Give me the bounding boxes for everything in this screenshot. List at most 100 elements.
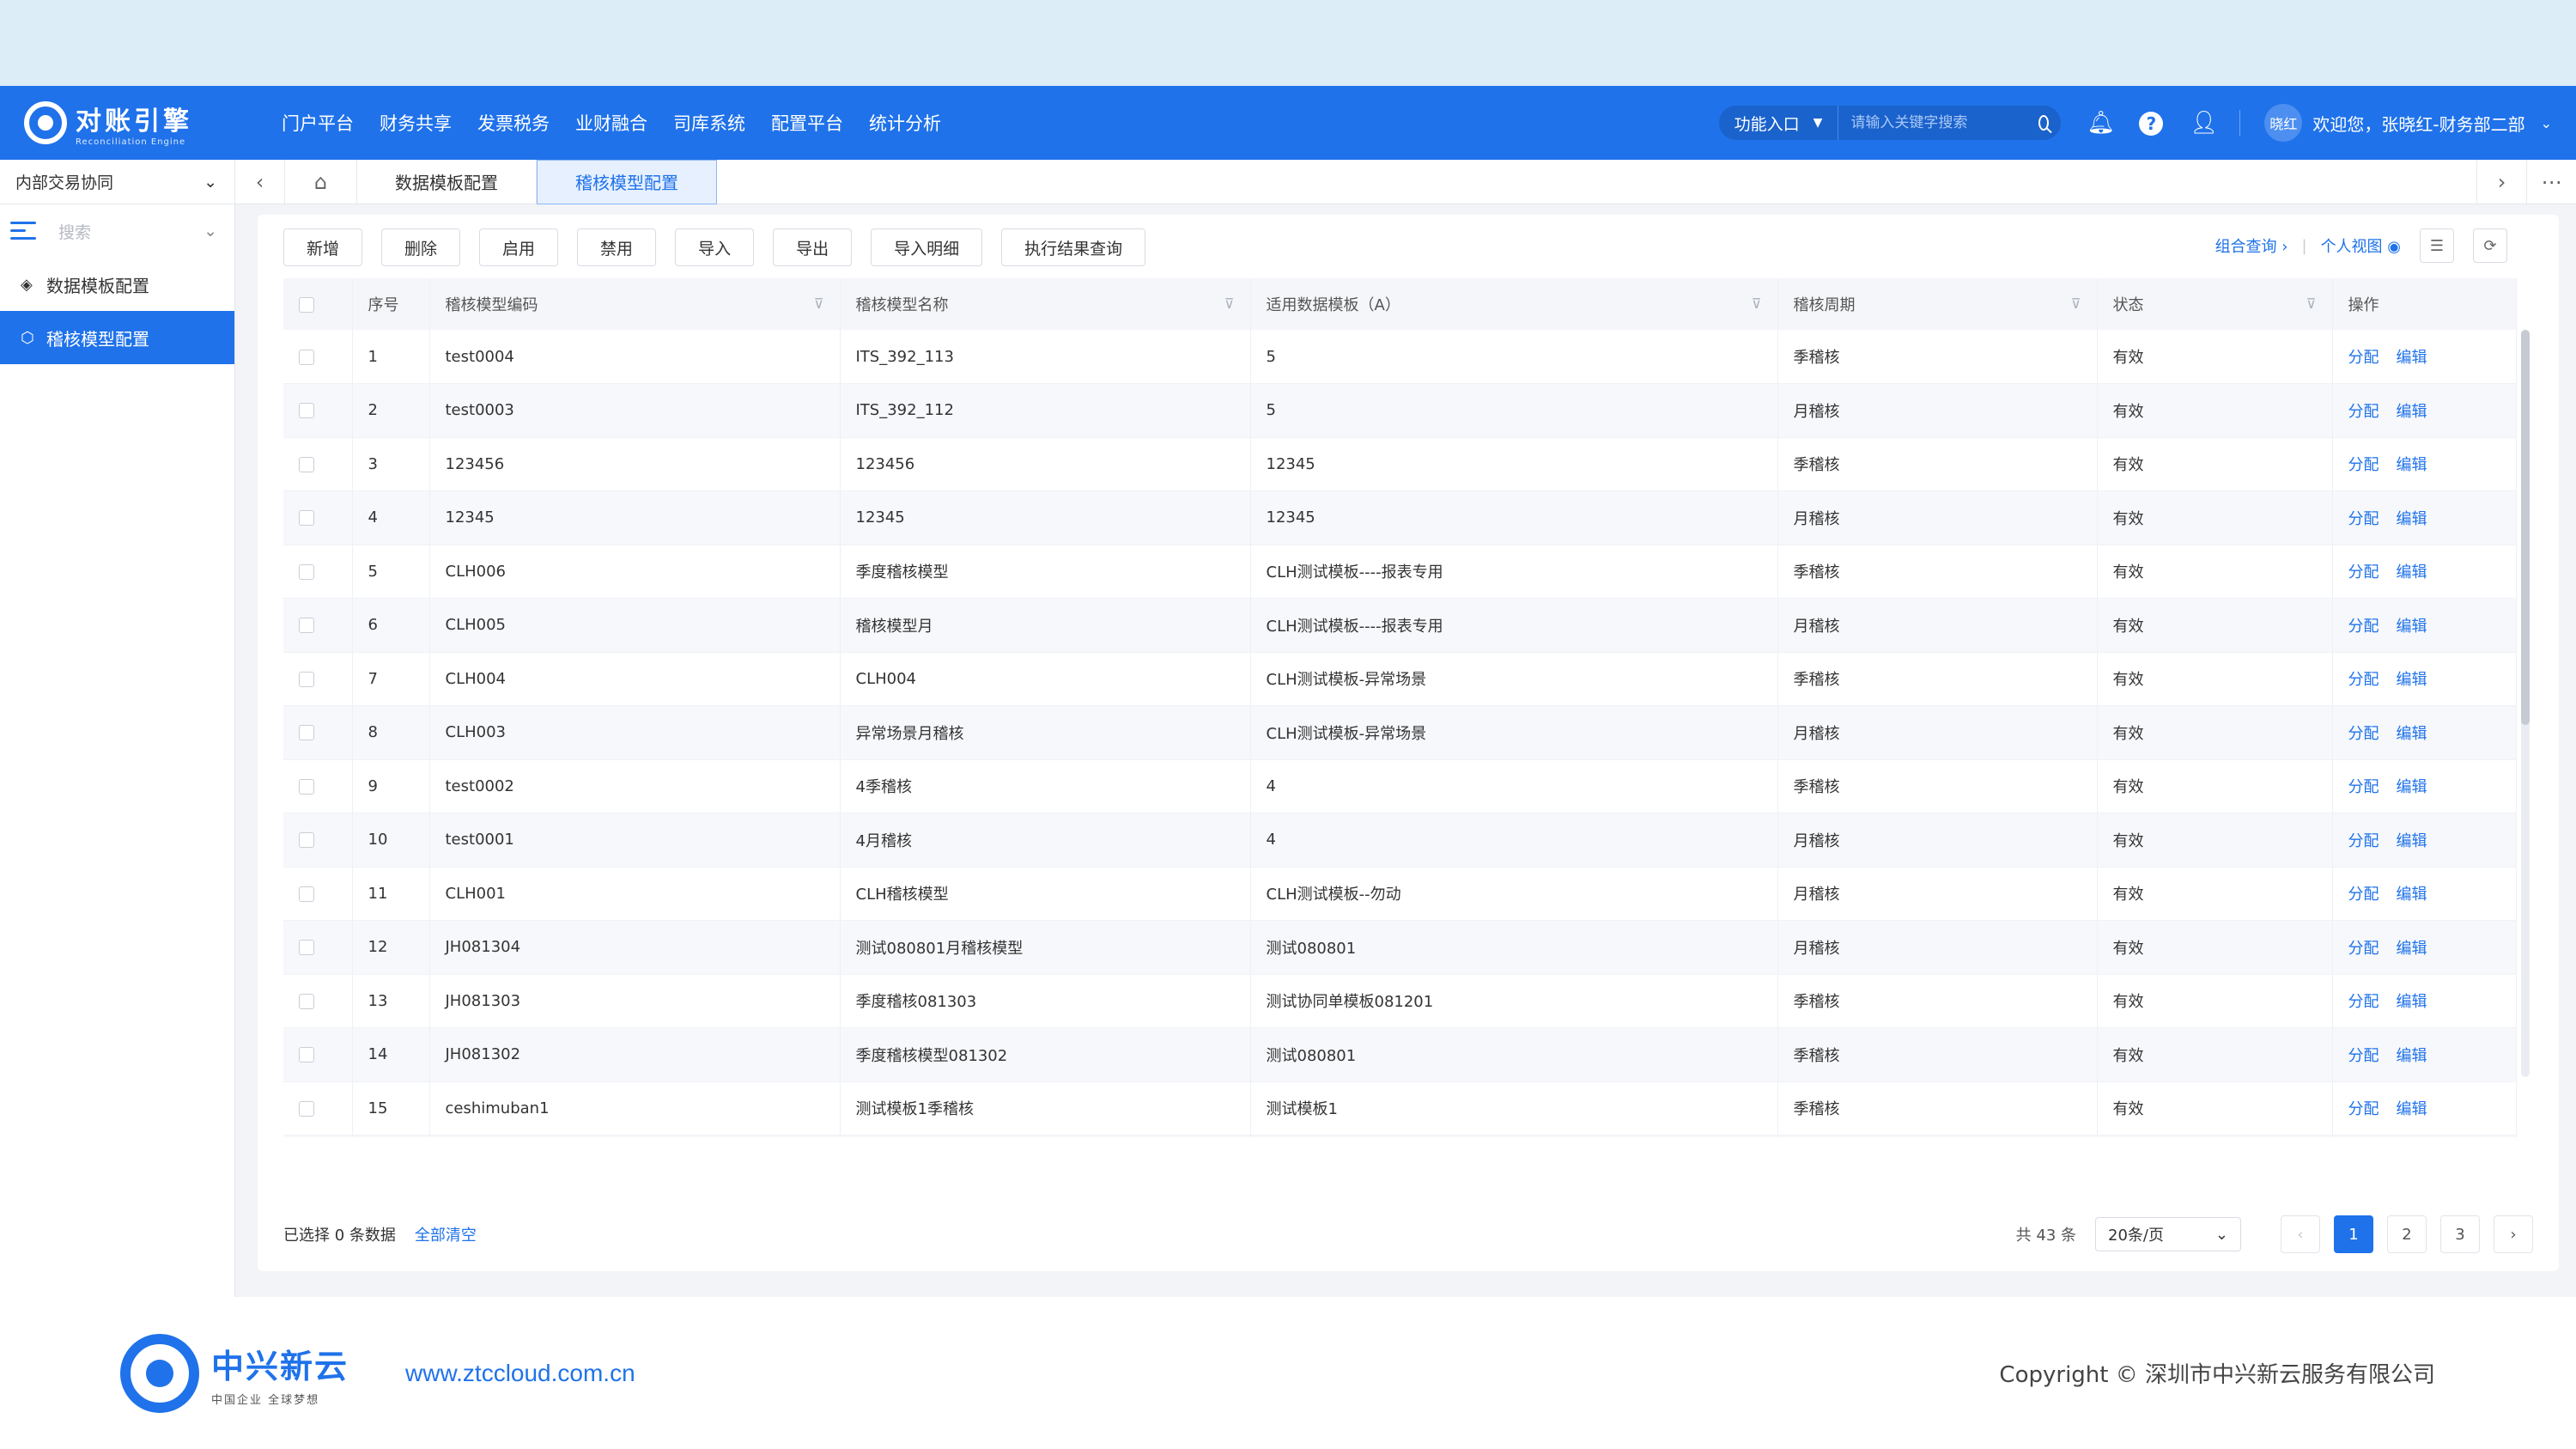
header-search-input[interactable] — [1850, 114, 2039, 131]
table-row[interactable]: 10 test0001 4月稽核 4 月稽核 有效 分配 编辑 — [283, 813, 2517, 868]
prev-page-button[interactable]: ‹ — [2281, 1215, 2320, 1253]
combo-query-link[interactable]: 组合查询 › — [2215, 234, 2288, 257]
filter-icon[interactable]: ⊽ — [814, 295, 824, 312]
assign-link[interactable]: 分配 — [2348, 510, 2379, 528]
assign-link[interactable]: 分配 — [2348, 403, 2379, 421]
table-row[interactable]: 9 test0002 4季稽核 4 季稽核 有效 分配 编辑 — [283, 759, 2517, 813]
filter-icon[interactable]: ⊽ — [2306, 295, 2317, 312]
row-checkbox[interactable] — [299, 886, 314, 902]
table-row[interactable]: 13 JH081303 季度稽核081303 测试协同单模板081201 季稽核 有效 分配… — [283, 974, 2517, 1028]
row-checkbox[interactable] — [299, 349, 314, 365]
disable-button[interactable]: 禁用 — [577, 228, 657, 266]
column-settings-icon[interactable]: ☰ — [2420, 228, 2454, 263]
row-checkbox[interactable] — [299, 832, 314, 849]
add-button[interactable]: 新增 — [283, 228, 363, 266]
edit-link[interactable]: 编辑 — [2397, 510, 2427, 528]
table-row[interactable]: 8 CLH003 异常场景月稽核 CLH测试模板-异常场景 月稽核 有效 分配 编辑 — [283, 705, 2517, 760]
function-entry-dropdown[interactable]: 功能入口 ▼ — [1718, 106, 1838, 140]
delete-button[interactable]: 删除 — [381, 228, 461, 266]
sidebar-item-audit-model[interactable]: ⬡ 稽核模型配置 — [0, 311, 234, 364]
row-checkbox[interactable] — [299, 456, 314, 472]
edit-link[interactable]: 编辑 — [2397, 940, 2427, 958]
filter-icon[interactable]: ⊽ — [1224, 295, 1235, 312]
nav-item-business-finance[interactable]: 业财融合 — [575, 110, 647, 136]
edit-link[interactable]: 编辑 — [2397, 671, 2427, 689]
assign-link[interactable]: 分配 — [2348, 563, 2379, 581]
edit-link[interactable]: 编辑 — [2397, 1047, 2427, 1065]
export-button[interactable]: 导出 — [773, 228, 853, 266]
assign-link[interactable]: 分配 — [2348, 778, 2379, 796]
edit-link[interactable]: 编辑 — [2397, 725, 2427, 743]
personal-view-link[interactable]: 个人视图 ◉ — [2321, 234, 2401, 257]
edit-link[interactable]: 编辑 — [2397, 403, 2427, 421]
assign-link[interactable]: 分配 — [2348, 618, 2379, 636]
table-row[interactable]: 14 JH081302 季度稽核模型081302 测试080801 季稽核 有效 分配 编辑 — [283, 1027, 2517, 1082]
refresh-icon[interactable]: ⟳ — [2473, 228, 2507, 263]
sidebar-search[interactable]: 搜索 ⌄ — [0, 204, 234, 258]
table-row[interactable]: 3 123456 123456 12345 季稽核 有效 分配 编辑 — [283, 437, 2517, 491]
select-all-checkbox[interactable] — [299, 296, 314, 313]
row-checkbox[interactable] — [299, 671, 314, 687]
row-checkbox[interactable] — [299, 940, 314, 956]
row-checkbox[interactable] — [299, 563, 314, 580]
row-checkbox[interactable] — [299, 993, 314, 1009]
row-checkbox[interactable] — [299, 1047, 314, 1063]
nav-item-portal[interactable]: 门户平台 — [282, 110, 354, 136]
edit-link[interactable]: 编辑 — [2397, 349, 2427, 367]
filter-icon[interactable]: ⊽ — [2071, 295, 2081, 312]
assign-link[interactable]: 分配 — [2348, 940, 2379, 958]
edit-link[interactable]: 编辑 — [2397, 993, 2427, 1011]
home-icon[interactable]: ⌂ — [285, 159, 357, 204]
assign-link[interactable]: 分配 — [2348, 725, 2379, 743]
table-row[interactable]: 15 ceshimuban1 测试模板1季稽核 测试模板1 季稽核 有效 分配 编辑 — [283, 1081, 2517, 1135]
edit-link[interactable]: 编辑 — [2397, 1100, 2427, 1118]
more-icon[interactable]: ⋯ — [2526, 159, 2576, 204]
tab-scroll-left-icon[interactable]: ‹ — [235, 159, 285, 204]
row-checkbox[interactable] — [299, 510, 314, 527]
table-row[interactable]: 11 CLH001 CLH稽核模型 CLH测试模板--勿动 月稽核 有效 分配 编辑 — [283, 867, 2517, 921]
next-page-button[interactable]: › — [2494, 1215, 2533, 1253]
table-row[interactable]: 5 CLH006 季度稽核模型 CLH测试模板----报表专用 季稽核 有效 分配 编辑 — [283, 545, 2517, 599]
edit-link[interactable]: 编辑 — [2397, 886, 2427, 904]
table-row[interactable]: 7 CLH004 CLH004 CLH测试模板-异常场景 季稽核 有效 分配 编辑 — [283, 652, 2517, 706]
nav-item-config[interactable]: 配置平台 — [771, 110, 843, 136]
search-icon[interactable] — [2038, 115, 2050, 131]
table-row[interactable]: 12 JH081304 测试080801月稽核模型 测试080801 月稽核 有效 分配 编辑 — [283, 920, 2517, 975]
table-row[interactable]: 1 test0004 ITS_392_113 5 季稽核 有效 分配 编辑 — [283, 330, 2517, 384]
page-size-select[interactable]: 20条/页 ⌄ — [2095, 1217, 2241, 1251]
nav-item-treasury[interactable]: 司库系统 — [673, 110, 745, 136]
user-settings-icon[interactable]: 👤︎ — [2190, 110, 2218, 136]
assign-link[interactable]: 分配 — [2348, 1100, 2379, 1118]
page-button-2[interactable]: 2 — [2387, 1215, 2427, 1253]
sidebar-item-data-template[interactable]: ◈ 数据模板配置 — [0, 258, 234, 311]
edit-link[interactable]: 编辑 — [2397, 618, 2427, 636]
assign-link[interactable]: 分配 — [2348, 671, 2379, 689]
page-button-3[interactable]: 3 — [2440, 1215, 2480, 1253]
edit-link[interactable]: 编辑 — [2397, 456, 2427, 474]
app-logo[interactable]: 对账引擎 Reconciliation Engine — [24, 100, 264, 147]
edit-link[interactable]: 编辑 — [2397, 832, 2427, 850]
row-checkbox[interactable] — [299, 1100, 314, 1117]
table-row[interactable]: 4 12345 12345 12345 月稽核 有效 分配 编辑 — [283, 490, 2517, 545]
module-select[interactable]: 内部交易协同 ⌄ — [0, 160, 234, 204]
import-button[interactable]: 导入 — [675, 228, 755, 266]
row-checkbox[interactable] — [299, 778, 314, 795]
assign-link[interactable]: 分配 — [2348, 1047, 2379, 1065]
table-row[interactable]: 16yjh2月稽核2月稽核季稽核有效分配编辑 — [283, 1135, 2517, 1137]
clear-all-link[interactable]: 全部清空 — [415, 1223, 477, 1245]
assign-link[interactable]: 分配 — [2348, 832, 2379, 850]
import-detail-button[interactable]: 导入明细 — [871, 228, 983, 266]
help-icon[interactable]: ? — [2139, 112, 2164, 136]
tab-scroll-right-icon[interactable]: › — [2476, 159, 2526, 204]
row-checkbox[interactable] — [299, 618, 314, 634]
assign-link[interactable]: 分配 — [2348, 993, 2379, 1011]
filter-icon[interactable]: ⊽ — [1752, 295, 1762, 312]
table-row[interactable]: 6 CLH005 稽核模型月 CLH测试模板----报表专用 月稽核 有效 分配 编辑 — [283, 598, 2517, 653]
edit-link[interactable]: 编辑 — [2397, 563, 2427, 581]
scrollbar-thumb[interactable] — [2521, 330, 2530, 725]
row-checkbox[interactable] — [299, 725, 314, 741]
nav-item-statistics[interactable]: 统计分析 — [869, 110, 941, 136]
assign-link[interactable]: 分配 — [2348, 456, 2379, 474]
edit-link[interactable]: 编辑 — [2397, 778, 2427, 796]
table-scrollbar[interactable] — [2521, 330, 2530, 1077]
